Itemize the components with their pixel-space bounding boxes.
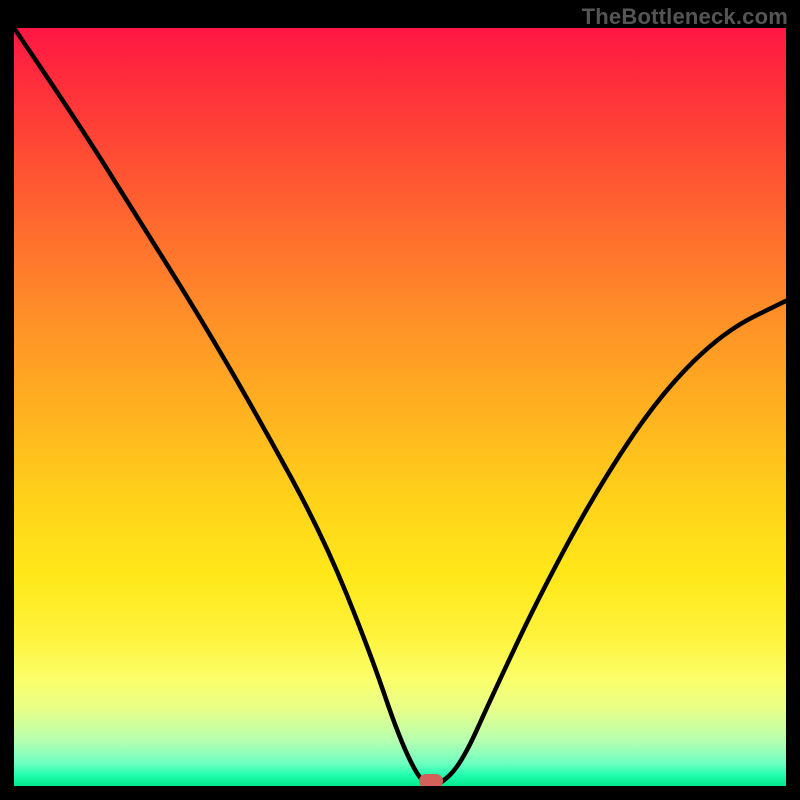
bottleneck-curve [14,28,786,786]
chart-frame: TheBottleneck.com [0,0,800,800]
watermark-text: TheBottleneck.com [582,4,788,30]
optimum-marker [419,774,443,786]
plot-area [14,28,786,786]
